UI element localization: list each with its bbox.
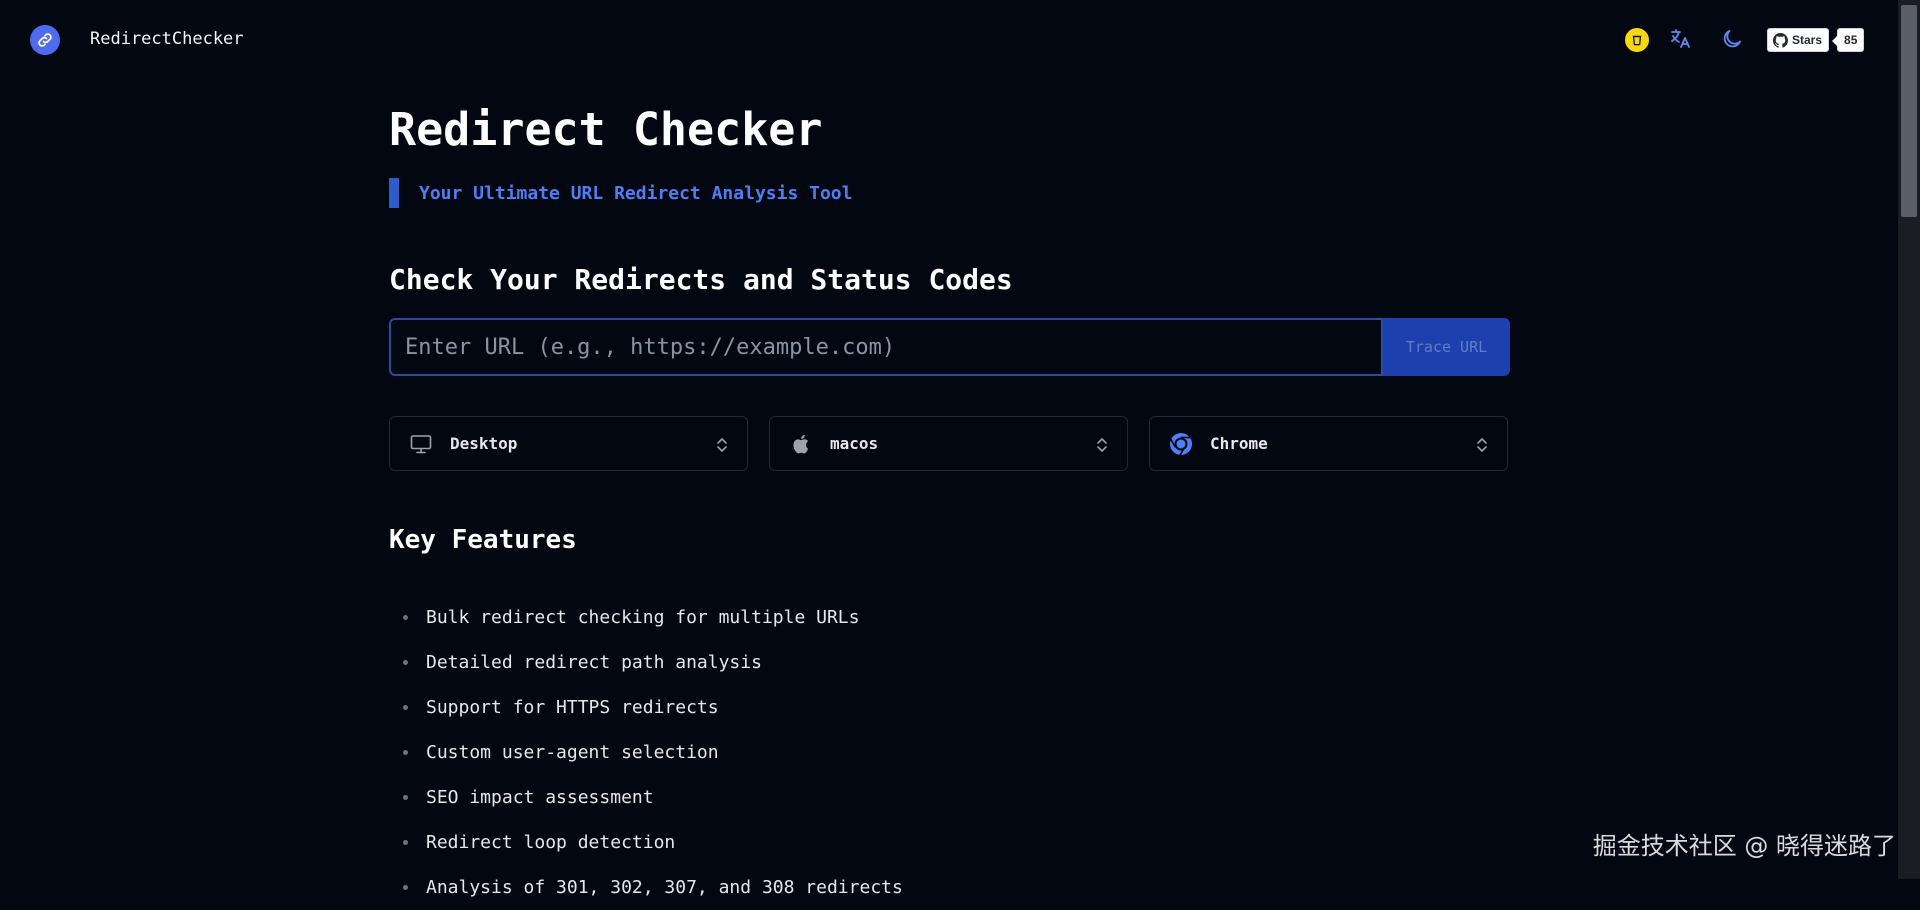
page-title: Redirect Checker	[389, 100, 1510, 160]
os-select-value: macos	[830, 434, 878, 453]
top-navbar: RedirectChecker Stars 85	[0, 0, 1898, 80]
list-item: SEO impact assessment	[389, 775, 1510, 820]
browser-select-value: Chrome	[1210, 434, 1268, 453]
device-select[interactable]: Desktop	[389, 416, 748, 471]
coffee-icon[interactable]	[1625, 28, 1649, 52]
url-input[interactable]	[389, 318, 1383, 376]
brand-name[interactable]: RedirectChecker	[90, 29, 244, 49]
apple-icon	[788, 431, 814, 457]
github-stars-label: Stars	[1792, 33, 1822, 47]
github-stars-count[interactable]: 85	[1837, 28, 1864, 52]
bullet	[403, 660, 408, 665]
scrollbar-thumb[interactable]	[1901, 5, 1917, 217]
features-heading: Key Features	[389, 523, 1510, 557]
feature-text: Analysis of 301, 302, 307, and 308 redir…	[426, 877, 903, 898]
feature-text: Custom user-agent selection	[426, 742, 719, 763]
page-subtitle: Your Ultimate URL Redirect Analysis Tool	[389, 178, 1510, 208]
features-list: Bulk redirect checking for multiple URLs…	[389, 595, 1510, 910]
bullet	[403, 750, 408, 755]
browser-select[interactable]: Chrome	[1149, 416, 1508, 471]
bullet	[403, 705, 408, 710]
chevron-up-down-icon	[715, 436, 729, 458]
feature-text: Redirect loop detection	[426, 832, 675, 853]
github-stars-badge[interactable]: Stars 85	[1767, 28, 1864, 52]
translate-icon[interactable]	[1668, 27, 1696, 55]
bullet	[403, 615, 408, 620]
os-select[interactable]: macos	[769, 416, 1128, 471]
trace-url-button[interactable]: Trace URL	[1383, 318, 1510, 376]
chevron-up-down-icon	[1095, 436, 1109, 458]
list-item: Redirect loop detection	[389, 820, 1510, 865]
monitor-icon	[408, 431, 434, 457]
feature-text: Bulk redirect checking for multiple URLs	[426, 607, 859, 628]
feature-text: SEO impact assessment	[426, 787, 654, 808]
github-icon	[1773, 33, 1788, 48]
bullet	[403, 885, 408, 890]
bullet	[403, 840, 408, 845]
feature-text: Support for HTTPS redirects	[426, 697, 719, 718]
chrome-icon	[1168, 431, 1194, 457]
checker-heading: Check Your Redirects and Status Codes	[389, 262, 1510, 298]
link-icon[interactable]	[30, 25, 60, 55]
feature-text: Detailed redirect path analysis	[426, 652, 762, 673]
url-search-form: Trace URL	[389, 318, 1510, 376]
github-stars-button[interactable]: Stars	[1767, 28, 1829, 52]
chevron-up-down-icon	[1475, 436, 1489, 458]
scrollbar[interactable]	[1898, 0, 1920, 879]
device-select-value: Desktop	[450, 434, 517, 453]
main-content: Redirect Checker Your Ultimate URL Redir…	[389, 100, 1510, 910]
list-item: Detailed redirect path analysis	[389, 640, 1510, 685]
watermark: 掘金技术社区 @ 晓得迷路了	[1593, 826, 1896, 861]
list-item: Support for HTTPS redirects	[389, 685, 1510, 730]
list-item: Bulk redirect checking for multiple URLs	[389, 595, 1510, 640]
bullet	[403, 795, 408, 800]
list-item: Analysis of 301, 302, 307, and 308 redir…	[389, 865, 1510, 910]
user-agent-selectors: Desktop macos	[389, 416, 1510, 471]
moon-icon[interactable]	[1720, 27, 1748, 55]
list-item: Custom user-agent selection	[389, 730, 1510, 775]
